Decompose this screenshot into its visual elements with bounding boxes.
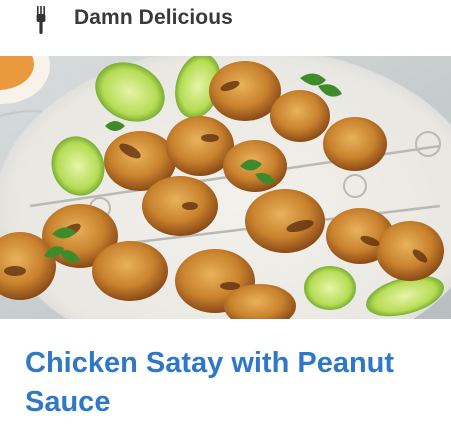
article-card[interactable]: Damn Delicious Chicken Satay with Peanut… [0, 0, 451, 425]
source-name[interactable]: Damn Delicious [74, 6, 233, 30]
fork-logo-icon [36, 6, 46, 34]
chicken-satay-photo [0, 56, 451, 319]
source-header[interactable]: Damn Delicious [0, 0, 451, 56]
article-image[interactable] [0, 56, 451, 319]
article-title[interactable]: Chicken Satay with Peanut Sauce [25, 344, 435, 422]
